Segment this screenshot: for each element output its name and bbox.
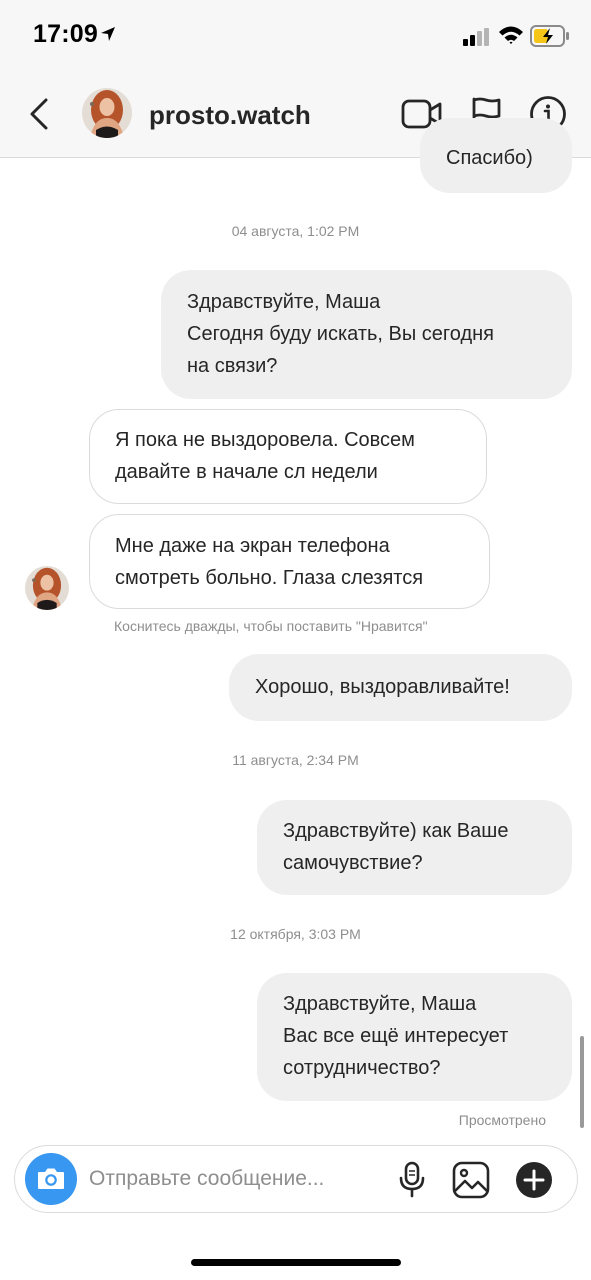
message-text: смотреть больно. Глаза слезятся bbox=[115, 567, 424, 589]
message-bubble-incoming[interactable]: Я пока не выздоровела. Совсем давайте в … bbox=[89, 409, 487, 504]
message-text: Вас все ещё интересует bbox=[283, 1025, 509, 1047]
battery-charging-icon bbox=[530, 25, 570, 52]
message-text: Сегодня буду искать, Вы сегодня bbox=[187, 323, 495, 345]
profile-avatar[interactable] bbox=[82, 88, 132, 138]
gallery-button[interactable] bbox=[449, 1158, 493, 1202]
home-indicator bbox=[191, 1259, 401, 1266]
sender-avatar[interactable] bbox=[25, 566, 69, 610]
chevron-left-icon bbox=[30, 98, 48, 130]
message-bubble-incoming[interactable]: Мне даже на экран телефона смотреть боль… bbox=[89, 514, 490, 609]
message-input[interactable] bbox=[89, 1164, 379, 1194]
date-separator: 12 октября, 3:03 PM bbox=[230, 926, 361, 942]
location-arrow-icon bbox=[100, 26, 116, 47]
message-bubble-outgoing[interactable]: Здравствуйте, Маша Сегодня буду искать, … bbox=[161, 270, 572, 399]
cellular-signal-icon bbox=[463, 28, 491, 51]
message-text: Мне даже на экран телефона bbox=[115, 535, 390, 557]
back-button[interactable] bbox=[22, 92, 56, 136]
date-separator: 04 августа, 1:02 PM bbox=[231, 223, 360, 239]
message-bubble-outgoing[interactable]: Хорошо, выздоравливайте! bbox=[229, 654, 572, 721]
message-text: Здравствуйте) как Ваше bbox=[283, 820, 509, 842]
camera-button[interactable] bbox=[25, 1153, 77, 1205]
message-bubble-outgoing[interactable]: Здравствуйте, Маша Вас все ещё интересуе… bbox=[257, 973, 572, 1101]
status-bar: 17:09 bbox=[0, 0, 591, 72]
message-text: на связи? bbox=[187, 355, 278, 377]
more-actions-button[interactable] bbox=[512, 1158, 556, 1202]
message-text: давайте в начале сл недели bbox=[115, 461, 378, 483]
message-text: Спасибо) bbox=[446, 147, 533, 169]
date-separator: 11 августа, 2:34 PM bbox=[232, 752, 359, 768]
message-text: Хорошо, выздоравливайте! bbox=[255, 676, 510, 698]
message-text: сотрудничество? bbox=[283, 1057, 441, 1079]
seen-status: Просмотрено bbox=[458, 1112, 546, 1128]
chat-username[interactable]: prosto.watch bbox=[149, 100, 311, 131]
camera-icon bbox=[38, 1168, 64, 1189]
wifi-icon bbox=[498, 24, 524, 51]
voice-message-button[interactable] bbox=[390, 1158, 434, 1202]
status-time: 17:09 bbox=[33, 20, 98, 48]
microphone-icon bbox=[399, 1161, 425, 1198]
image-icon bbox=[452, 1161, 490, 1199]
message-bubble-outgoing[interactable]: Здравствуйте) как Ваше самочувствие? bbox=[257, 800, 572, 895]
double-tap-like-hint: Коснитесь дважды, чтобы поставить "Нрави… bbox=[114, 618, 428, 634]
message-composer bbox=[14, 1145, 578, 1213]
plus-circle-icon bbox=[516, 1162, 552, 1198]
message-text: Здравствуйте, Маша bbox=[187, 291, 381, 313]
message-text: Я пока не выздоровела. Совсем bbox=[115, 429, 415, 451]
message-text: Здравствуйте, Маша bbox=[283, 993, 477, 1015]
message-text: самочувствие? bbox=[283, 852, 423, 874]
message-bubble-outgoing[interactable]: Спасибо) bbox=[420, 118, 572, 193]
scrollbar[interactable] bbox=[580, 1036, 584, 1128]
